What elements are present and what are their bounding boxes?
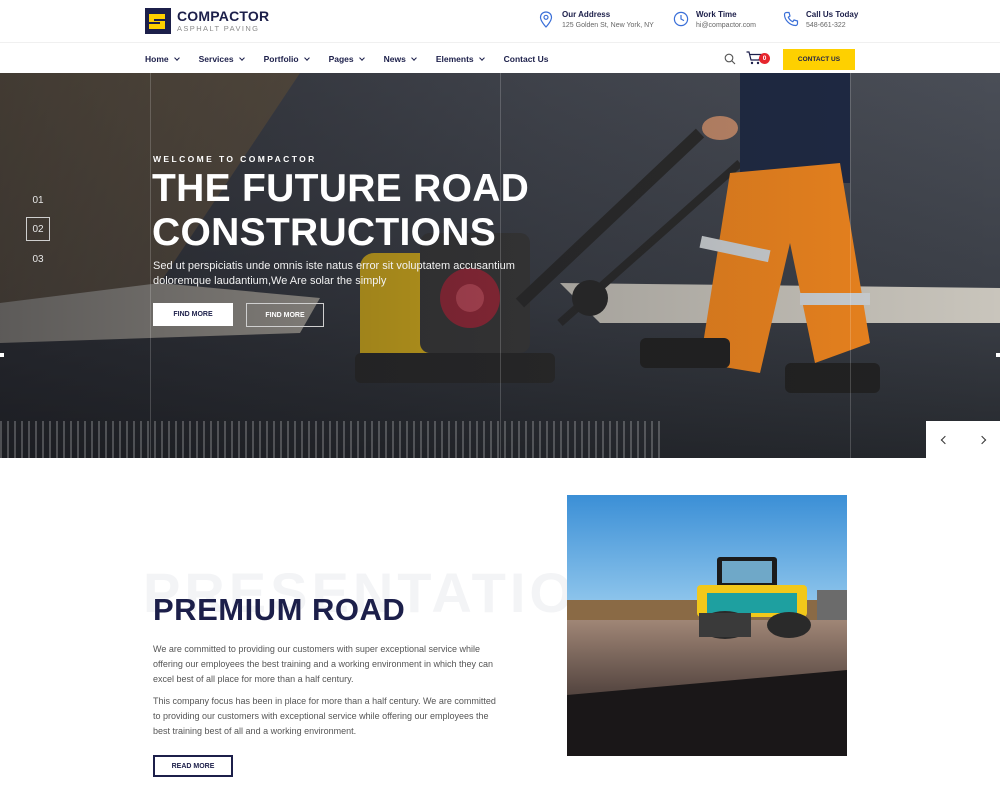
chevron-down-icon (238, 54, 245, 61)
chevron-left-icon[interactable] (940, 435, 949, 444)
chevron-right-icon[interactable] (977, 435, 986, 444)
hero-title: THE FUTURE ROAD CONSTRUCTIONS (152, 167, 530, 254)
read-more-button[interactable]: READ MORE (153, 755, 233, 777)
map-pin-icon (539, 11, 555, 29)
phone-icon (783, 11, 799, 29)
nav-portfolio[interactable]: Portfolio (264, 54, 310, 64)
contact-phone: Call Us Today 548-661-322 (783, 10, 858, 31)
nav-news[interactable]: News (384, 54, 417, 64)
about-title-highlight: ROAD (312, 592, 406, 627)
contact-address: Our Address 125 Golden St, New York, NY (539, 10, 654, 31)
about-title: PREMIUM ROAD (153, 592, 406, 627)
site-logo[interactable]: COMPACTOR ASPHALT PAVING (145, 7, 275, 35)
worktime-value: hi@compactor.com (696, 22, 757, 29)
phone-value[interactable]: 548-661-322 (806, 21, 858, 31)
slide-indicator-02[interactable]: 02 (26, 217, 50, 241)
address-title: Our Address (562, 10, 611, 19)
hero-kicker: WELCOME TO COMPACTOR (153, 154, 317, 164)
logo-mark-icon (145, 8, 171, 34)
main-navbar: Home Services Portfolio Pages News Eleme… (0, 42, 1000, 73)
cart-count-badge: 0 (759, 53, 770, 64)
top-header: COMPACTOR ASPHALT PAVING Our Address 125… (0, 0, 1000, 42)
chevron-down-icon (478, 54, 485, 61)
worktime-title: Work Time (696, 10, 737, 19)
main-nav: Home Services Portfolio Pages News Eleme… (145, 43, 569, 74)
slide-indicator-01[interactable]: 01 (26, 188, 50, 212)
about-paragraph-2: This company focus has been in place for… (153, 696, 496, 736)
about-paragraph-1: We are committed to providing our custom… (153, 644, 494, 684)
nav-pages[interactable]: Pages (329, 54, 365, 64)
search-icon[interactable] (724, 52, 736, 65)
chevron-down-icon (410, 54, 417, 61)
chevron-down-icon (358, 54, 365, 61)
hero-slider: 01 02 03 WELCOME TO COMPACTOR THE FUTURE… (0, 73, 1000, 458)
nav-services[interactable]: Services (199, 54, 245, 64)
nav-contact-us[interactable]: Contact Us (504, 54, 549, 64)
brand-tagline: ASPHALT PAVING (177, 24, 260, 34)
hero-stripe-decoration (0, 421, 665, 458)
find-more-outline-button[interactable]: FIND MORE (246, 303, 324, 327)
about-section: PRESENTATION PREMIUM ROAD We are committ… (0, 458, 1000, 800)
clock-icon (673, 11, 689, 29)
address-value: 125 Golden St, New York, NY (562, 22, 654, 29)
slide-indicator-03[interactable]: 03 (26, 247, 50, 271)
contact-us-button[interactable]: CONTACT US (783, 49, 855, 70)
road-roller-image (567, 495, 847, 756)
slider-arrows (926, 421, 1000, 458)
hero-description: Sed ut perspiciatis unde omnis iste natu… (153, 260, 515, 287)
phone-title: Call Us Today (806, 10, 859, 19)
nav-elements[interactable]: Elements (436, 54, 485, 64)
chevron-down-icon (173, 54, 180, 61)
nav-home[interactable]: Home (145, 54, 180, 64)
find-more-button[interactable]: FIND MORE (153, 303, 233, 326)
chevron-down-icon (303, 54, 310, 61)
contact-worktime: Work Time hi@compactor.com (673, 10, 756, 31)
brand-name: COMPACTOR (177, 8, 270, 25)
